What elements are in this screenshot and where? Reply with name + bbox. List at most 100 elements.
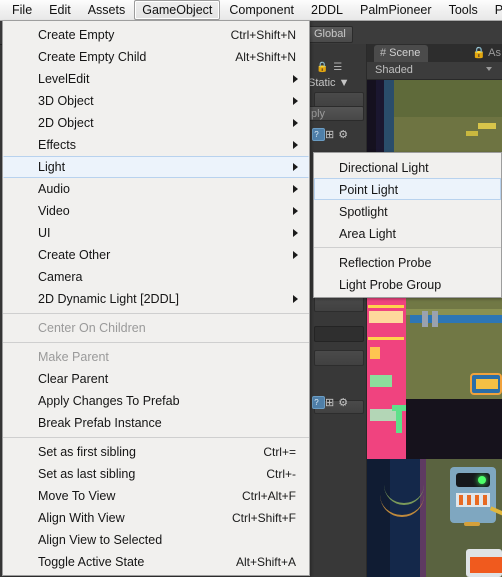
submenu-arrow-icon [293, 207, 298, 215]
menu-item-create-other[interactable]: Create Other [3, 244, 309, 266]
submenu-item-point-light[interactable]: Point Light [314, 178, 501, 200]
menubar-item-2ddl[interactable]: 2DDL [303, 0, 351, 20]
submenu-arrow-icon [293, 97, 298, 105]
menu-separator [3, 437, 309, 438]
menubar-item-edit[interactable]: Edit [41, 0, 79, 20]
submenu-item-reflection-probe[interactable]: Reflection Probe [314, 251, 501, 273]
menu-item-label: LevelEdit [38, 72, 90, 86]
menu-item-label: Toggle Active State [38, 555, 145, 569]
tab-scene-label: Scene [389, 47, 421, 59]
gameobject-dropdown-menu: Create Empty Ctrl+Shift+N Create Empty Chi… [2, 21, 310, 576]
menu-item-apply-changes-to-prefab[interactable]: Apply Changes To Prefab [3, 390, 309, 412]
menu-item-align-view-to-selected[interactable]: Align View to Selected [3, 529, 309, 551]
submenu-arrow-icon [293, 295, 298, 303]
menu-item-label: Align View to Selected [38, 533, 163, 547]
help-icon-2[interactable]: ? [312, 396, 325, 409]
lock-icon[interactable]: 🔒 ☰ [316, 62, 343, 73]
inspector-panel-strip [310, 44, 367, 577]
menu-separator [3, 313, 309, 314]
menu-item-clear-parent[interactable]: Clear Parent [3, 368, 309, 390]
menu-item-break-prefab-instance[interactable]: Break Prefab Instance [3, 412, 309, 434]
menubar-item-tools[interactable]: Tools [441, 0, 486, 20]
menubar-item-component[interactable]: Component [221, 0, 302, 20]
submenu-arrow-icon [293, 251, 298, 259]
menu-item-label: 2D Object [38, 116, 94, 130]
chevron-down-icon [486, 67, 492, 71]
static-flags-dropdown[interactable]: Static ▼ [308, 77, 349, 89]
menu-item-toggle-active-state[interactable]: Toggle Active State Alt+Shift+A [3, 551, 309, 573]
tab-scene[interactable]: # Scene [374, 45, 429, 62]
submenu-arrow-icon [293, 119, 298, 127]
menu-item-create-empty-child[interactable]: Create Empty Child Alt+Shift+N [3, 46, 309, 68]
inspector-icon-row-1: ? ⊞⚙ [312, 128, 352, 142]
menu-item-shortcut: Alt+Shift+N [235, 50, 296, 64]
submenu-separator [314, 247, 501, 248]
menu-item-shortcut: Ctrl+- [266, 467, 296, 481]
menu-item-camera[interactable]: Camera [3, 266, 309, 288]
menu-item-3d-object[interactable]: 3D Object [3, 90, 309, 112]
menu-separator [3, 342, 309, 343]
menu-item-label: Set as first sibling [38, 445, 136, 459]
menu-item-make-parent: Make Parent [3, 346, 309, 368]
submenu-arrow-icon [293, 75, 298, 83]
menu-item-center-on-children: Center On Children [3, 317, 309, 339]
layers-icon[interactable]: ⊞ [325, 128, 338, 141]
layers-icon-2[interactable]: ⊞ [325, 396, 338, 409]
shading-mode-label: Shaded [375, 64, 413, 76]
menu-item-label: Make Parent [38, 350, 109, 364]
menubar-item-gameobject[interactable]: GameObject [134, 0, 221, 20]
menu-item-create-empty[interactable]: Create Empty Ctrl+Shift+N [3, 24, 309, 46]
submenu-item-directional-light[interactable]: Directional Light [314, 156, 501, 178]
help-icon[interactable]: ? [312, 128, 325, 141]
menu-item-light[interactable]: Light [3, 156, 309, 178]
menu-item-label: Set as last sibling [38, 467, 136, 481]
menu-item-label: Light [38, 160, 66, 174]
menu-item-label: Video [38, 204, 70, 218]
menu-item-label: Move To View [38, 489, 116, 503]
shading-mode-dropdown[interactable]: Shaded [372, 63, 496, 78]
menu-item-label: 3D Object [38, 94, 94, 108]
menu-item-align-with-view[interactable]: Align With View Ctrl+Shift+F [3, 507, 309, 529]
menu-item-label: Create Empty Child [38, 50, 147, 64]
tab-asset-store[interactable]: 🔒 As [468, 45, 502, 62]
menu-item-ui[interactable]: UI [3, 222, 309, 244]
menu-item-set-as-last-sibling[interactable]: Set as last sibling Ctrl+- [3, 463, 309, 485]
inspector-number-field-3[interactable] [314, 296, 364, 312]
menu-item-label: Camera [38, 270, 83, 284]
menu-item-label: Center On Children [38, 321, 146, 335]
gear-icon[interactable]: ⚙ [338, 128, 352, 141]
menu-item-label: Clear Parent [38, 372, 109, 386]
menu-item-label: Apply Changes To Prefab [38, 394, 180, 408]
submenu-item-light-probe-group[interactable]: Light Probe Group [314, 273, 501, 295]
inspector-number-field-4[interactable] [314, 350, 364, 366]
menubar-item-palml[interactable]: Palml [487, 0, 502, 20]
menu-item-set-as-first-sibling[interactable]: Set as first sibling Ctrl+= [3, 441, 309, 463]
menu-item-shortcut: Ctrl+= [263, 445, 296, 459]
submenu-item-area-light[interactable]: Area Light [314, 222, 501, 244]
menu-item-2d-dynamic-light-2ddl[interactable]: 2D Dynamic Light [2DDL] [3, 288, 309, 310]
gear-icon-2[interactable]: ⚙ [338, 396, 352, 409]
menu-item-audio[interactable]: Audio [3, 178, 309, 200]
submenu-item-spotlight[interactable]: Spotlight [314, 200, 501, 222]
menubar-item-file[interactable]: File [4, 0, 40, 20]
menubar-item-palmpioneer[interactable]: PalmPioneer [352, 0, 440, 20]
menu-item-shortcut: Alt+Shift+A [235, 555, 296, 569]
inspector-text-field[interactable] [314, 326, 364, 342]
menu-item-2d-object[interactable]: 2D Object [3, 112, 309, 134]
light-submenu: Directional Light Point Light Spotlight Are… [313, 152, 502, 298]
unity-editor-window: # Scene 🔒 As Shaded Global 🔒 ☰ Static ▼ p… [0, 0, 502, 577]
menu-item-effects[interactable]: Effects [3, 134, 309, 156]
menu-item-leveledit[interactable]: LevelEdit [3, 68, 309, 90]
main-menu-bar: File Edit Assets GameObject Component 2DDL Pal… [0, 0, 502, 21]
pivot-global-toggle[interactable]: Global [307, 26, 353, 43]
menu-item-label: 2D Dynamic Light [2DDL] [38, 292, 180, 306]
apply-prefab-button[interactable]: ply [306, 106, 364, 121]
inspector-icon-row-2: ? ⊞⚙ [312, 396, 352, 410]
submenu-arrow-icon [293, 163, 298, 171]
submenu-arrow-icon [293, 185, 298, 193]
menu-item-shortcut: Ctrl+Shift+N [230, 28, 296, 42]
menu-item-video[interactable]: Video [3, 200, 309, 222]
menu-item-move-to-view[interactable]: Move To View Ctrl+Alt+F [3, 485, 309, 507]
static-label: Static [308, 77, 336, 89]
menubar-item-assets[interactable]: Assets [80, 0, 134, 20]
